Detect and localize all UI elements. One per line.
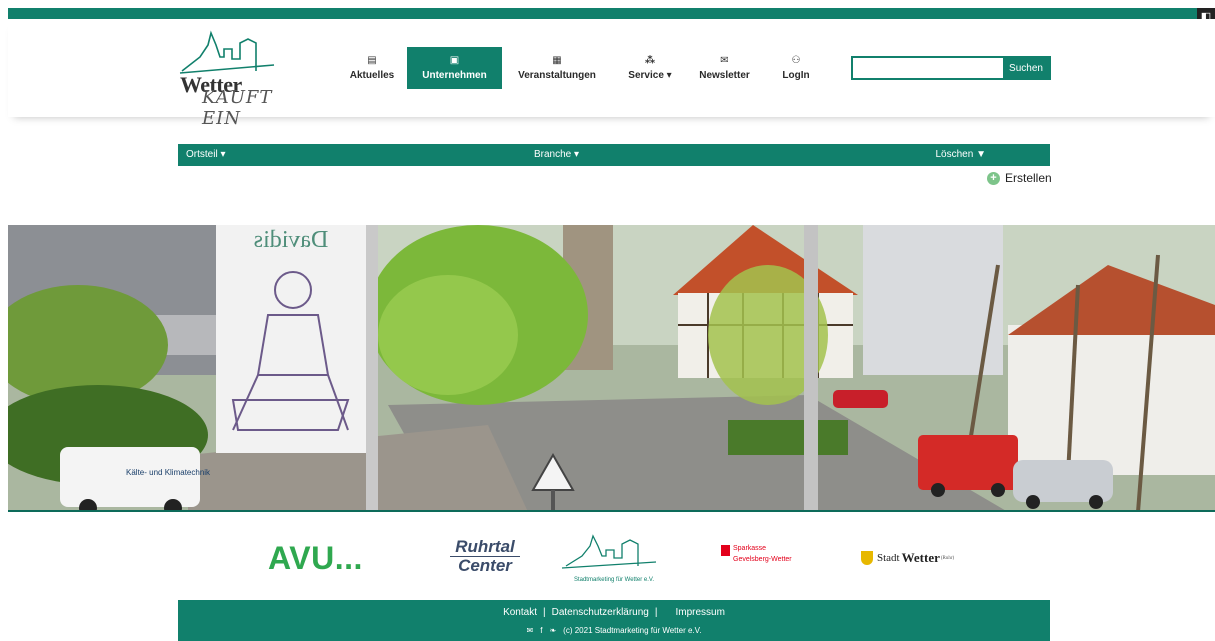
van-text: Kälte- und Klimatechnik: [126, 468, 211, 477]
store-icon: ▣: [449, 55, 460, 66]
sponsor-stadtmarketing-logo[interactable]: Stadtmarketing für Wetter e.V.: [558, 532, 670, 583]
nav-unternehmen[interactable]: ▣ Unternehmen: [407, 47, 502, 89]
nav-label: Veranstaltungen: [518, 70, 596, 81]
copyright-text: (c) 2021 Stadtmarketing für Wetter e.V.: [563, 626, 702, 635]
sparkasse-line1: Sparkasse: [733, 545, 767, 552]
footer-separator: |: [654, 607, 658, 618]
hero-image: Davidis Kälte- und Klimatechnik: [8, 225, 1215, 512]
footer-link-datenschutz[interactable]: Datenschutzerklärung: [552, 607, 649, 618]
skyline-icon: [179, 30, 275, 74]
nav-service-dropdown[interactable]: ⁂ Service ▾: [612, 47, 688, 89]
town-square-photo: Davidis Kälte- und Klimatechnik: [8, 225, 1215, 510]
nav-newsletter[interactable]: ✉ Newsletter: [688, 47, 761, 89]
coat-of-arms-icon: [861, 551, 873, 565]
leaf-icon[interactable]: ❧: [549, 626, 556, 635]
branche-dropdown[interactable]: Branche ▾: [534, 149, 579, 160]
footer-link-impressum[interactable]: Impressum: [675, 607, 724, 618]
nav-aktuelles[interactable]: ▤ Aktuelles: [337, 47, 407, 89]
site-logo[interactable]: Wetter KAUFT EIN: [178, 27, 310, 129]
footer-separator: |: [542, 607, 546, 618]
stadt-suffix: (Ruhr): [940, 555, 955, 561]
search-form: Suchen: [851, 56, 1051, 80]
facebook-icon[interactable]: f: [540, 626, 542, 635]
newspaper-icon: ▤: [367, 55, 377, 66]
main-nav: ▤ Aktuelles ▣ Unternehmen ▦ Veranstaltun…: [337, 47, 831, 89]
site-footer: Kontakt | Datenschutzerklärung | Impress…: [178, 600, 1050, 641]
nav-label: Unternehmen: [422, 70, 487, 81]
search-button[interactable]: Suchen: [1003, 58, 1049, 78]
search-input[interactable]: [853, 58, 1003, 78]
footer-link-kontakt[interactable]: Kontakt: [503, 607, 537, 618]
sitemap-icon: ⁂: [644, 55, 656, 66]
footer-links: Kontakt | Datenschutzerklärung | Impress…: [178, 607, 1050, 618]
sponsor-avu-logo[interactable]: AVU...: [268, 540, 363, 577]
nav-label: LogIn: [782, 70, 810, 81]
sponsor-sparkasse-logo[interactable]: Sparkasse Gevelsberg-Wetter: [721, 545, 792, 564]
clear-filter-label: Löschen: [935, 149, 974, 160]
sparkasse-line2: Gevelsberg-Wetter: [733, 556, 792, 563]
stadt-prefix: Stadt: [877, 552, 900, 564]
filter-bar: Ortsteil ▾ Branche ▾ Löschen ▼: [178, 144, 1050, 166]
sparkasse-s-icon: [721, 545, 730, 556]
sponsor-stadt-wetter-logo[interactable]: Stadt Wetter (Ruhr): [861, 550, 954, 566]
sponsor-logos: AVU... Ruhrtal Center Stadtmarketing für…: [178, 528, 1050, 588]
create-entry-button[interactable]: + Erstellen: [987, 171, 1052, 185]
clear-filter-button[interactable]: Löschen ▼: [936, 149, 987, 160]
nav-label: Newsletter: [699, 70, 750, 81]
nav-label: Aktuelles: [349, 70, 395, 81]
ortsteil-dropdown[interactable]: Ortsteil ▾: [186, 149, 225, 160]
calendar-icon: ▦: [552, 55, 562, 66]
banner-text: Davidis: [254, 227, 329, 253]
nav-login[interactable]: ⚇ LogIn: [761, 47, 831, 89]
stadtmarketing-label: Stadtmarketing für Wetter e.V.: [573, 577, 655, 583]
site-header: Wetter KAUFT EIN ▤ Aktuelles ▣ Unternehm…: [8, 19, 1215, 129]
top-accent-bar: [8, 8, 1198, 19]
sponsor-ruhrtal-center-logo[interactable]: Ruhrtal Center: [440, 538, 530, 575]
logo-tagline: KAUFT EIN: [202, 87, 273, 129]
stadt-name: Wetter: [901, 550, 940, 565]
footer-bottom: ✉ f ❧ (c) 2021 Stadtmarketing für Wetter…: [178, 626, 1050, 635]
plus-circle-icon: +: [987, 171, 1000, 185]
create-entry-label: Erstellen: [1005, 171, 1052, 185]
skyline-icon: [561, 534, 657, 569]
envelope-open-icon: ✉: [720, 55, 729, 66]
mail-icon[interactable]: ✉: [527, 626, 534, 635]
users-icon: ⚇: [791, 55, 801, 66]
nav-veranstaltungen[interactable]: ▦ Veranstaltungen: [502, 47, 612, 89]
nav-label: Service ▾: [628, 70, 672, 81]
ruhrtal-line1: Ruhrtal: [455, 537, 515, 556]
ruhrtal-line2: Center: [458, 556, 512, 575]
filter-icon: ▼: [976, 149, 986, 160]
